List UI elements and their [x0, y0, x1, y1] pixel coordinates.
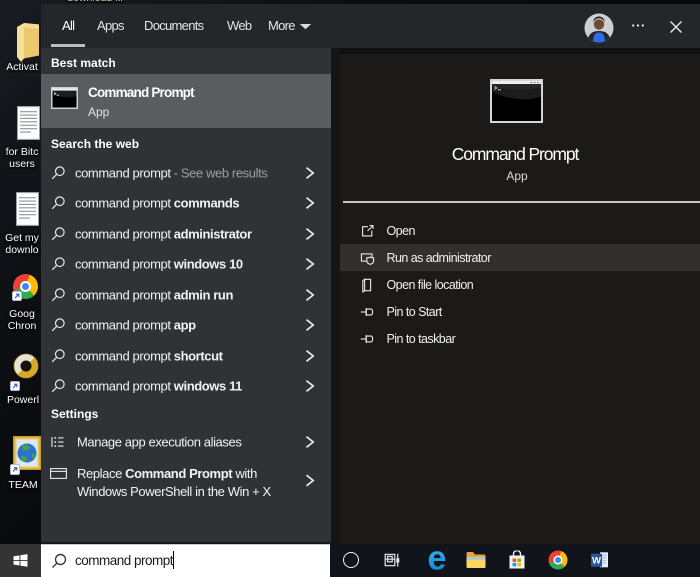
svg-text:W: W — [592, 556, 601, 567]
svg-text:e: e — [428, 547, 447, 573]
